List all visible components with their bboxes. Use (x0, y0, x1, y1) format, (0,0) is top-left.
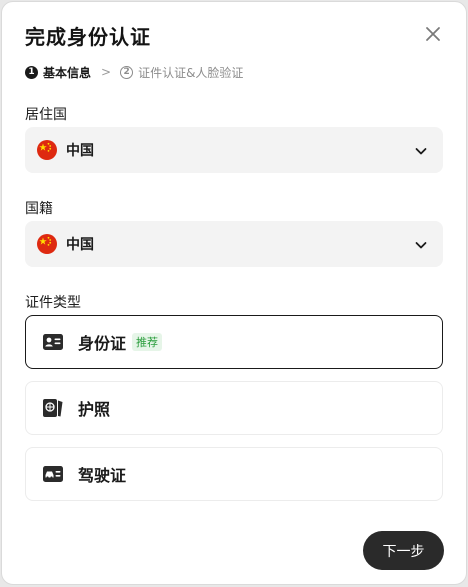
china-flag-icon (37, 234, 57, 254)
recommended-badge: 推荐 (132, 333, 163, 351)
nationality-label: 国籍 (25, 201, 53, 217)
residence-label: 居住国 (25, 107, 67, 123)
dialog-title: 完成身份认证 (25, 25, 151, 49)
step-2-number: 2 (120, 65, 134, 79)
next-step-button[interactable]: 下一步 (363, 531, 444, 570)
nationality-value: 中国 (66, 237, 94, 253)
residence-select[interactable]: 中国 (25, 127, 443, 173)
close-icon[interactable] (422, 23, 444, 45)
identity-verification-dialog: 完成身份认证 1 基本信息 > 2 证件认证&人脸验证 居住国 中国 国籍 中国… (1, 1, 467, 585)
nationality-select[interactable]: 中国 (25, 221, 443, 267)
step-1-number: 1 (25, 65, 38, 79)
document-option-driver-license[interactable]: 驾驶证 (25, 447, 443, 501)
id-card-icon (43, 333, 63, 351)
step-2-label: 证件认证&人脸验证 (138, 65, 244, 80)
china-flag-icon (37, 140, 57, 160)
step-indicator: 1 基本信息 > 2 证件认证&人脸验证 (25, 64, 243, 80)
step-1-label: 基本信息 (43, 65, 92, 80)
document-option-id-card[interactable]: 身份证 推荐 (25, 315, 443, 369)
chevron-down-icon (414, 237, 428, 256)
document-type-label: 证件类型 (25, 295, 81, 311)
option-label: 护照 (78, 400, 111, 419)
step-separator: > (101, 65, 112, 79)
chevron-down-icon (414, 143, 428, 162)
option-label: 驾驶证 (78, 466, 127, 485)
residence-value: 中国 (66, 143, 94, 159)
option-label: 身份证 (78, 334, 127, 353)
document-option-passport[interactable]: 护照 (25, 381, 443, 435)
passport-icon (43, 399, 63, 417)
driver-license-icon (43, 465, 63, 483)
